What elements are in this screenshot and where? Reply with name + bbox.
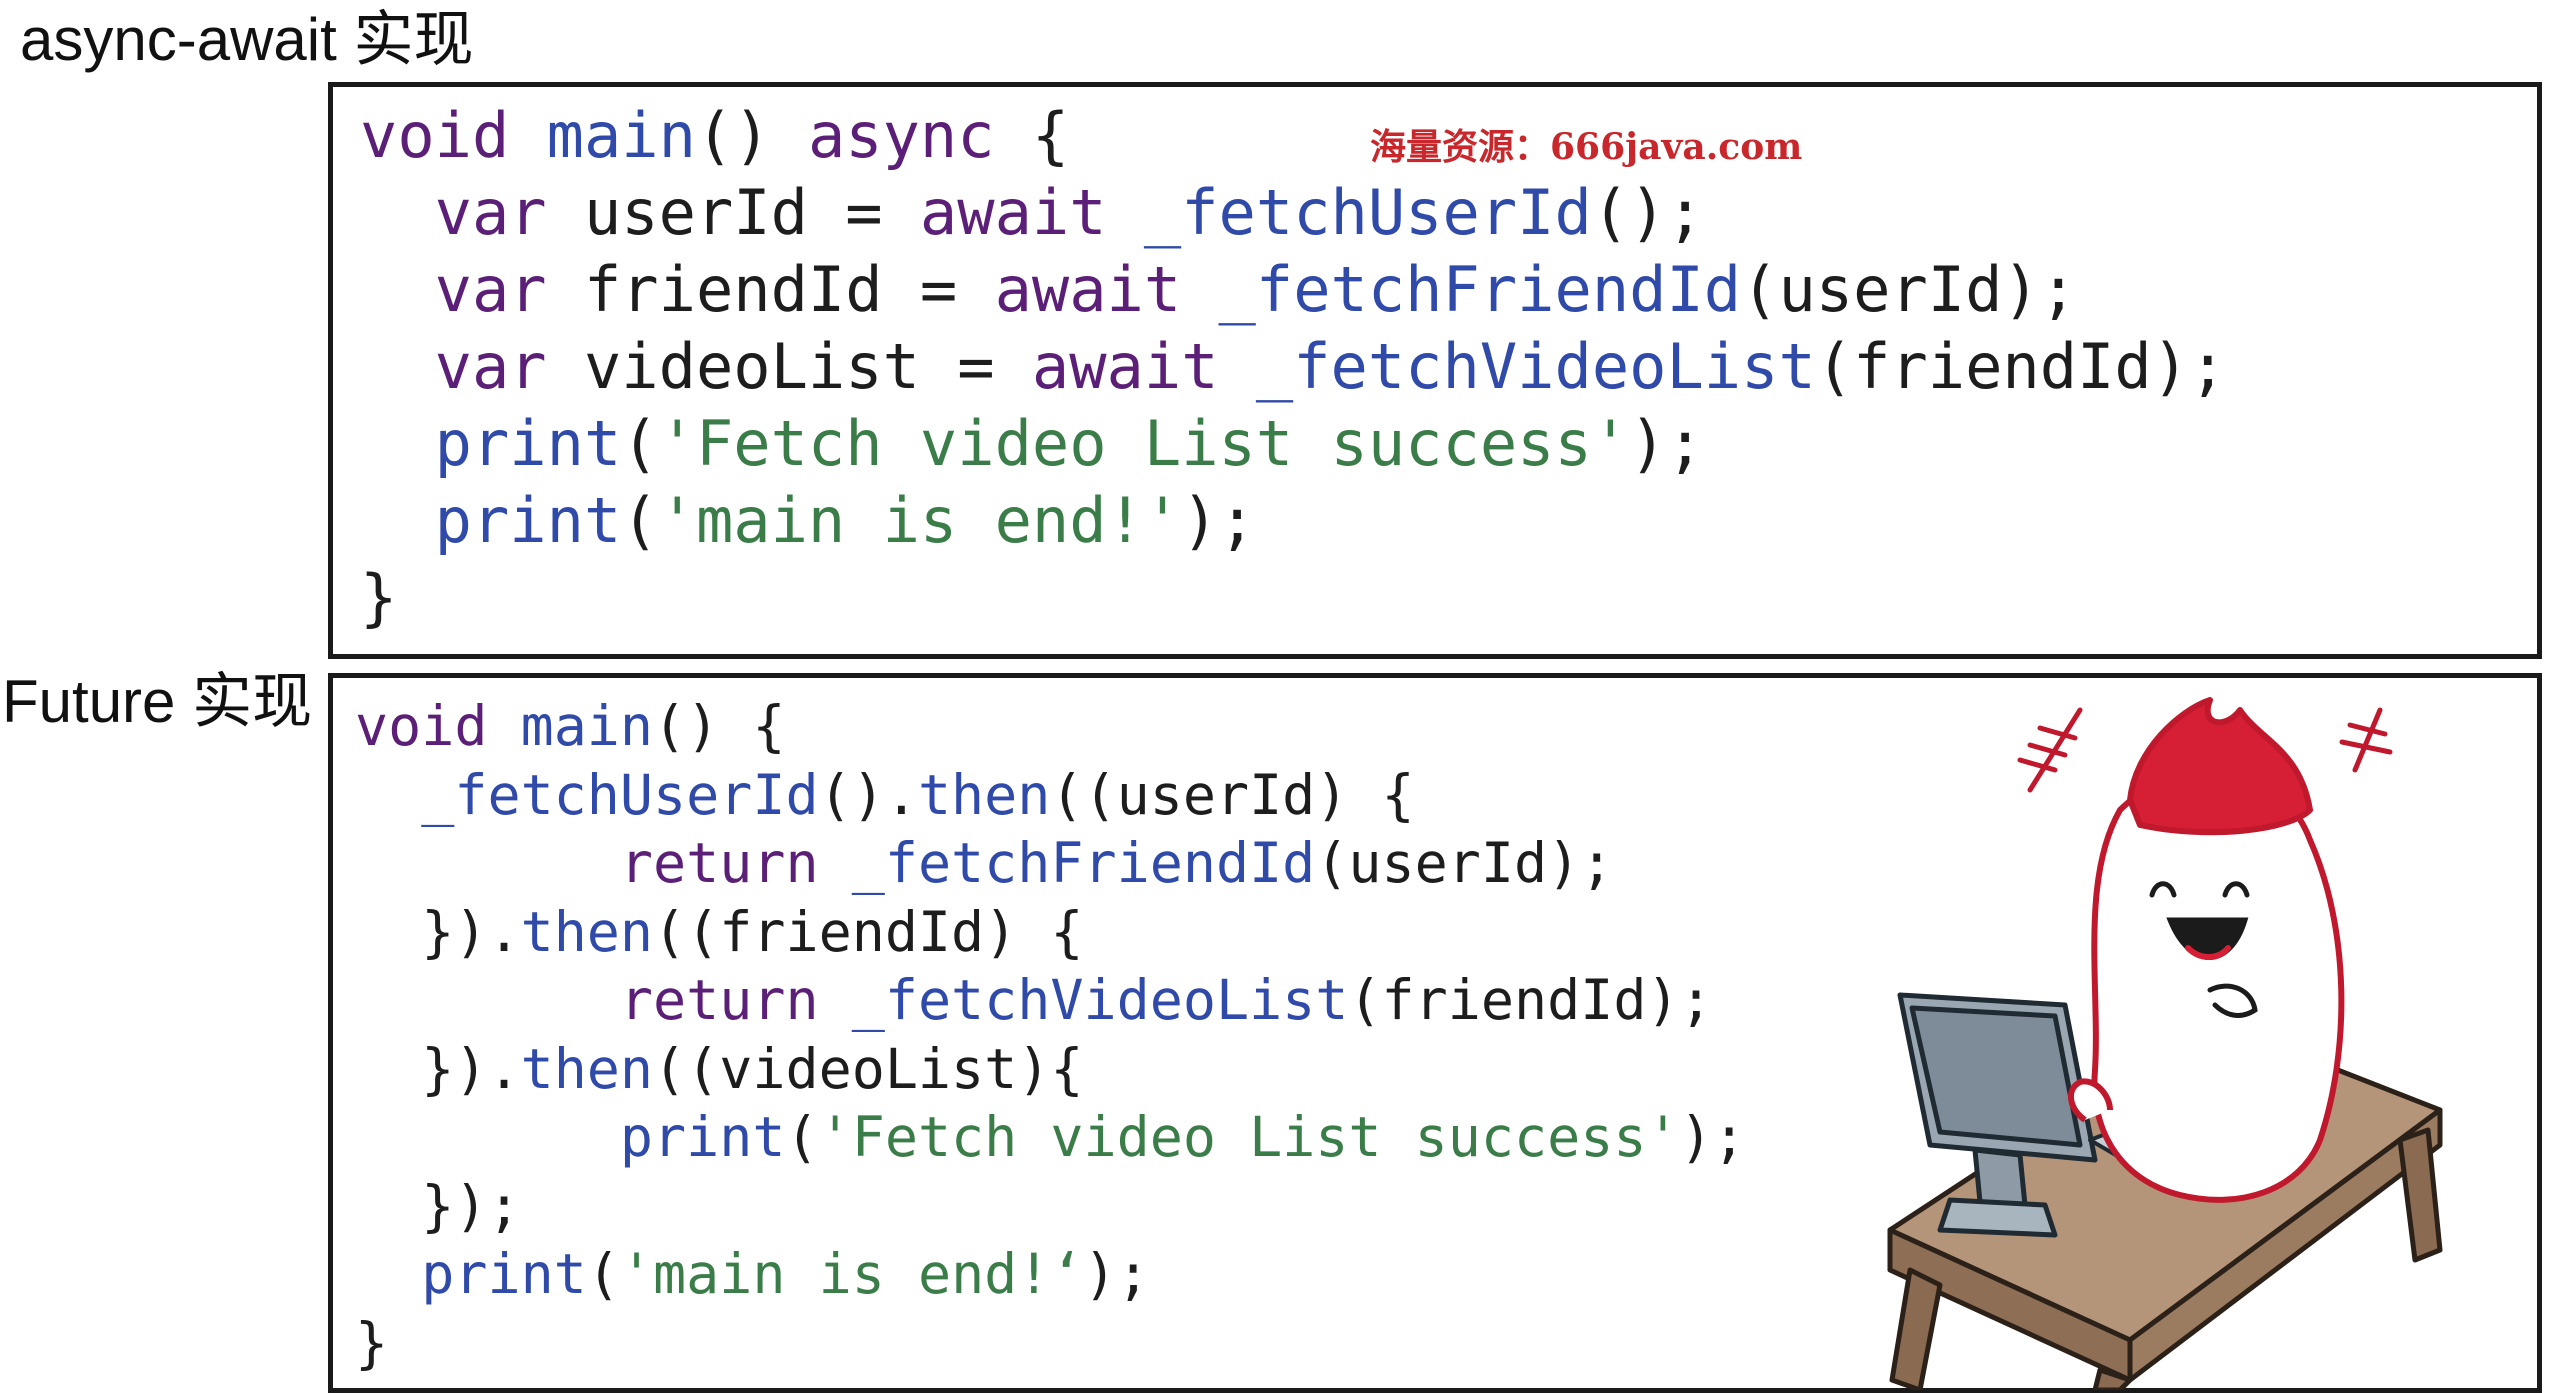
code-line: void main() { xyxy=(355,694,786,758)
code-line: print('main is end!‘); xyxy=(421,1242,1150,1306)
code-line: }).then((friendId) { xyxy=(355,899,1084,964)
code-line: void main() async { xyxy=(360,99,1070,172)
code-line: print('Fetch video List success'); xyxy=(434,407,1704,480)
async-await-code: void main() async { var userId = await _… xyxy=(360,97,2226,636)
future-section-label: Future 实现 xyxy=(2,668,313,735)
code-line: return _fetchFriendId(userId); xyxy=(619,831,1614,895)
code-line: }); xyxy=(355,1173,521,1238)
future-code: void main() { _fetchUserId().then((userI… xyxy=(355,692,1746,1377)
code-line: var userId = await _fetchUserId(); xyxy=(434,176,1704,249)
code-line: var videoList = await _fetchVideoList(fr… xyxy=(434,330,2227,403)
code-line: print('main is end!'); xyxy=(434,484,1256,557)
cartoon-mascot-at-computer-icon xyxy=(1887,697,2443,1390)
code-line: return _fetchVideoList(friendId); xyxy=(619,968,1713,1032)
code-line: print('Fetch video List success'); xyxy=(619,1105,1746,1169)
async-await-section-label: async-await 实现 xyxy=(20,6,474,73)
code-line: }).then((videoList){ xyxy=(355,1036,1084,1101)
watermark-text: 海量资源：666java.com xyxy=(1370,126,1803,168)
code-line: var friendId = await _fetchFriendId(user… xyxy=(434,253,2078,326)
code-line: } xyxy=(360,561,398,634)
code-line: _fetchUserId().then((userId) { xyxy=(421,762,1415,827)
